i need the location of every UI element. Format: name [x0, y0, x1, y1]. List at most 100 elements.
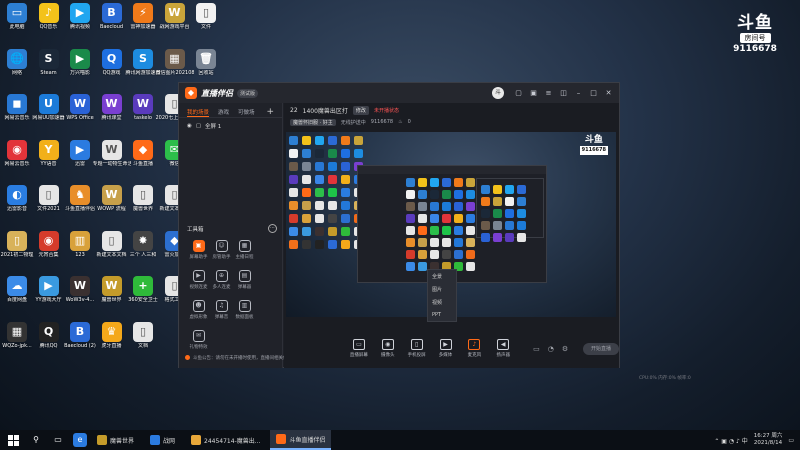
- toolbar-button[interactable]: ▭ 直播屏幕: [348, 339, 370, 358]
- notification-icon[interactable]: ▭: [788, 437, 794, 444]
- taskbar-app[interactable]: 魔兽世界: [91, 430, 140, 450]
- eye-icon[interactable]: ◉: [187, 123, 192, 129]
- category-selector[interactable]: 魔兽怀旧服 · 好主: [290, 118, 336, 126]
- toolbox-item: [233, 330, 256, 350]
- preview-icon: [493, 209, 502, 218]
- preview-icon: [328, 214, 337, 223]
- preview-icon: [328, 162, 337, 171]
- taskbar-app[interactable]: 斗鱼直播伴侣: [270, 430, 332, 450]
- menu-item-ppt[interactable]: PPT: [428, 309, 456, 321]
- toolbox-more-button[interactable]: ⋯: [268, 224, 277, 233]
- toolbox-item[interactable]: ♫ 弹幕音: [210, 300, 233, 320]
- menu-item-panorama[interactable]: 全景: [428, 270, 456, 283]
- preview-icon: [418, 190, 427, 199]
- desktop-app-icon: U: [38, 94, 59, 114]
- preview-icon: [289, 136, 298, 145]
- preview-icon: [406, 226, 415, 235]
- preview-icon: [328, 136, 337, 145]
- tool-label: 房管助手: [212, 255, 231, 260]
- desktop-app-icon: ▶: [70, 48, 90, 69]
- settings-icon[interactable]: ⚙: [562, 345, 568, 353]
- taskbar-app-icon: [97, 435, 107, 445]
- scene-item[interactable]: ◉ ▢ 全屏 1: [179, 118, 282, 134]
- edge-icon[interactable]: e: [73, 433, 87, 447]
- desktop-app-icon: S: [38, 48, 59, 69]
- desktop-icon[interactable]: ▯ 文件: [187, 3, 225, 30]
- clock-date: 2021/8/14: [753, 440, 783, 446]
- toolbar-icon: ▶: [439, 339, 452, 350]
- preview-icon: [466, 262, 475, 271]
- toolbar-button[interactable]: ▯ 手机投屏: [406, 339, 428, 358]
- preview-icon: [341, 175, 350, 184]
- preview-icon: [517, 185, 526, 194]
- message-icon[interactable]: ▢: [514, 89, 523, 97]
- toolbox-item[interactable]: ☺ 房管助手: [210, 240, 233, 260]
- preview-icon: [430, 214, 439, 223]
- preview-icon: [517, 197, 526, 206]
- toolbar-button[interactable]: ◀ 扬声器: [492, 339, 514, 358]
- desktop-app-icon: W: [70, 276, 90, 296]
- desktop-app-icon: S: [133, 48, 153, 69]
- menu-item-video[interactable]: 视频: [428, 296, 456, 309]
- toolbox-item[interactable]: ▥ 数据面板: [233, 300, 256, 320]
- tab-game[interactable]: 游戏: [218, 108, 229, 117]
- record-icon[interactable]: ▭: [533, 345, 540, 353]
- toolbox-item[interactable]: ▶ 视频连麦: [187, 270, 210, 290]
- screenshot-icon[interactable]: ◔: [548, 345, 554, 353]
- tab-my-scenes[interactable]: 我的场景: [187, 108, 210, 117]
- toolbar-label: 麦克风: [467, 353, 482, 358]
- desktop-icon[interactable]: ▯ 文档: [124, 321, 162, 349]
- preview-icon: [302, 149, 311, 158]
- preview-icon: [466, 178, 475, 187]
- taskbar-app[interactable]: 战网: [144, 430, 181, 450]
- lock-icon[interactable]: ▢: [196, 123, 201, 129]
- preview-icon: [493, 233, 502, 242]
- task-view-icon[interactable]: ▭: [51, 433, 65, 447]
- preview-icon: [418, 214, 427, 223]
- taskbar-app[interactable]: 24454714-魔兽出...: [185, 430, 266, 450]
- toolbox-item[interactable]: ⊕ 多人连麦: [210, 270, 233, 290]
- preview-icon: [481, 221, 490, 230]
- desktop-app-icon: ▥: [70, 230, 90, 251]
- skin-icon[interactable]: ◫: [559, 89, 568, 97]
- preview-icon: [418, 202, 427, 211]
- taskbar: ⚲ ▭ e 魔兽世界 战网 24454714-魔兽出... 斗鱼直播伴侣 ⌃ ▣ ◔ …: [0, 430, 800, 450]
- desktop-icon[interactable]: 🗑 回收站: [187, 48, 225, 76]
- start-button[interactable]: [5, 434, 21, 446]
- tool-icon: ⊕: [215, 270, 228, 282]
- user-avatar[interactable]: 斗: [492, 87, 504, 99]
- toolbar-button[interactable]: ◉ 摄像头: [377, 339, 399, 358]
- toolbox-item[interactable]: ▣ 屏幕助手: [187, 240, 210, 260]
- edit-title-button[interactable]: 修改: [352, 105, 369, 115]
- toolbox-item[interactable]: ☻ 虚拟形象: [187, 300, 210, 320]
- toolbar-button[interactable]: ▶ 多媒体: [435, 339, 457, 358]
- close-button[interactable]: ✕: [604, 89, 613, 97]
- toolbar-label: 直播屏幕: [349, 353, 368, 358]
- desktop-app-icon: W: [70, 94, 90, 114]
- preview-icon: [442, 250, 451, 259]
- preview-icon: [302, 136, 311, 145]
- preview-icon: [517, 221, 526, 230]
- tray-icons[interactable]: ⌃ ▣ ◔ ♪ 中: [714, 436, 747, 445]
- toolbox-item[interactable]: ▦ 主播日程: [233, 240, 256, 260]
- menu-item-image[interactable]: 图片: [428, 283, 456, 296]
- clock[interactable]: 16:27 周六 2021/8/14: [754, 433, 783, 447]
- lock-icon[interactable]: ▣: [529, 89, 538, 97]
- preview-icon: [341, 162, 350, 171]
- preview-icon: [406, 202, 415, 211]
- toolbox-item[interactable]: ▤ 弹幕器: [233, 270, 256, 290]
- tool-label: 数据面板: [235, 315, 254, 320]
- start-live-button[interactable]: 开始直播: [583, 342, 619, 355]
- minimize-button[interactable]: –: [574, 89, 583, 97]
- add-scene-button[interactable]: +: [266, 108, 274, 117]
- menu-icon[interactable]: ≡: [544, 89, 553, 97]
- toolbox-title: 工具箱: [187, 226, 204, 233]
- tab-other[interactable]: 可做场: [238, 108, 255, 117]
- search-icon[interactable]: ⚲: [29, 433, 43, 447]
- desktop-app-icon: ♞: [70, 185, 90, 205]
- room-number-label: 房间号: [739, 33, 771, 43]
- maximize-button[interactable]: □: [589, 89, 598, 97]
- toolbar-button[interactable]: ♪ 麦克风: [463, 339, 485, 358]
- toolbox-item: [210, 330, 233, 350]
- toolbox-item[interactable]: ✉ 礼物特效: [187, 330, 210, 350]
